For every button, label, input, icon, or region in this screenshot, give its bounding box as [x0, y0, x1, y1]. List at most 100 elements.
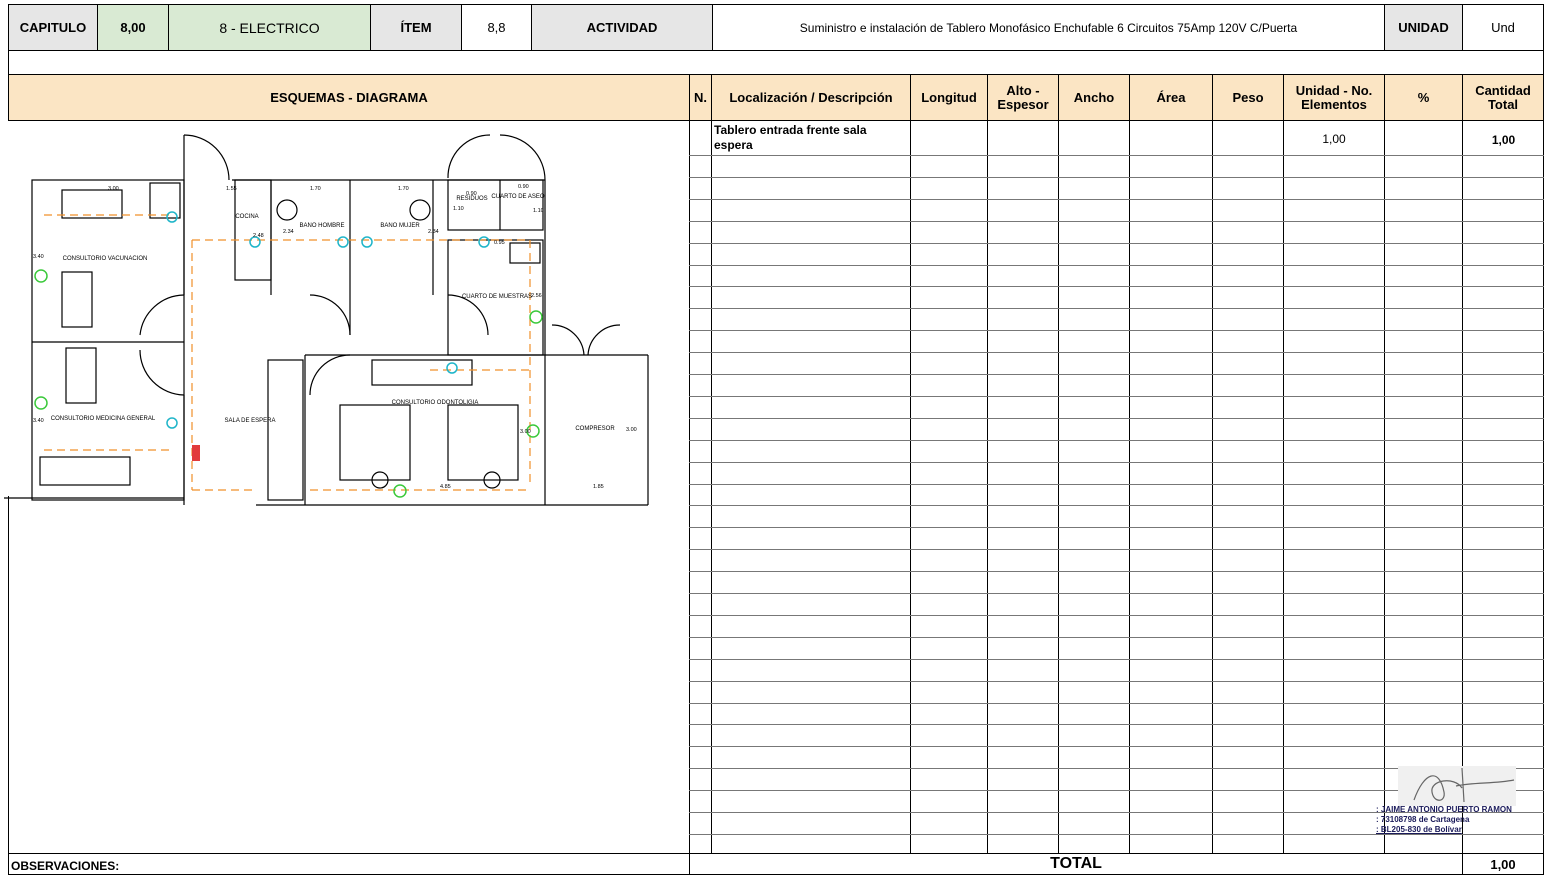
tablero-marker [192, 445, 200, 461]
table-row [689, 505, 1544, 507]
unidad-label: UNIDAD [1384, 4, 1463, 51]
table-row [689, 308, 1544, 310]
table-row [689, 549, 1544, 551]
table-col-line [987, 120, 988, 854]
row-1-localizacion: Tablero entrada frente sala espera [714, 123, 867, 152]
table-row [689, 198, 1544, 200]
dimension-label: 0.95 [494, 240, 505, 246]
signature-name: : JAIME ANTONIO PUERTO RAMON [1376, 805, 1512, 814]
table-row [689, 527, 1544, 529]
table-row [689, 702, 1544, 704]
plan-label-cocina: COCINA [235, 214, 258, 220]
dimension-label: 1.70 [310, 186, 321, 192]
col-peso: Peso [1212, 74, 1284, 121]
total-value: 1,00 [1462, 853, 1544, 875]
plan-label-cuarto-aseo: CUARTO DE ASEO [491, 194, 544, 200]
table-row [689, 483, 1544, 485]
table-row [689, 571, 1544, 573]
dimension-label: 2.48 [253, 233, 264, 239]
table-row [689, 374, 1544, 375]
table-col-line [689, 120, 690, 854]
table-col-line [1283, 120, 1284, 854]
col-localizacion: Localización / Descripción [711, 74, 911, 121]
spacer-band [8, 50, 1544, 75]
dimension-label: 2.56 [531, 293, 542, 299]
table-col-line [910, 120, 911, 854]
signature-id: : 73108798 de Cartagena [1376, 815, 1470, 824]
signature-stamp: : JAIME ANTONIO PUERTO RAMON : 73108798 … [1376, 762, 1524, 840]
table-row [689, 395, 1544, 397]
dimension-label: 0.90 [466, 191, 477, 197]
table-col-line [1058, 120, 1059, 854]
table-row [689, 352, 1544, 354]
table-row [689, 264, 1544, 266]
table-row [689, 680, 1544, 682]
plan-label-sala-espera: SALA DE ESPERA [224, 418, 275, 424]
item-label: ÍTEM [370, 4, 462, 51]
dimension-label: 1.55 [226, 186, 237, 192]
dimension-label: 3.00 [108, 186, 119, 192]
table-row [689, 417, 1544, 419]
plan-label-vacunacion: CONSULTORIO VACUNACION [63, 256, 148, 262]
dimension-label: 3.00 [520, 429, 531, 435]
dimension-label: 1.10 [453, 206, 464, 212]
dimension-label: 1.85 [593, 484, 604, 490]
capitulo-name: 8 - ELECTRICO [168, 4, 371, 51]
row-1-unidad-no: 1,00 [1322, 132, 1346, 146]
col-area: Área [1129, 74, 1213, 121]
col-cantidad: Cantidad Total [1462, 74, 1544, 121]
table-row [689, 242, 1544, 244]
diagram-left-border [8, 496, 9, 854]
table-row [689, 593, 1544, 594]
wall-left-block [31, 179, 185, 501]
table-row [689, 614, 1544, 616]
dimension-label: 1.10 [533, 208, 544, 214]
dimension-label: 4.85 [440, 484, 451, 490]
table-row [689, 439, 1544, 441]
table-row [689, 461, 1544, 463]
col-ancho: Ancho [1058, 74, 1130, 121]
plan-label-muestras: CUARTO DE MUESTRAS [462, 294, 532, 300]
data-table [689, 120, 1544, 854]
signature-scribble [1398, 766, 1516, 806]
table-col-line [711, 120, 712, 854]
dimension-label: 0.90 [518, 184, 529, 190]
dimension-label: 2.34 [283, 229, 294, 235]
actividad-label: ACTIVIDAD [531, 4, 713, 51]
plan-label-odontologia: CONSULTORIO ODONTOLIGIA [392, 400, 479, 406]
unidad-value: Und [1462, 4, 1544, 51]
table-col-line [1462, 120, 1463, 854]
diagram-header: ESQUEMAS - DIAGRAMA [8, 74, 690, 121]
plan-label-bano-mujer: BANO MUJER [380, 223, 420, 229]
table-row [689, 330, 1544, 332]
floor-plan: CONSULTORIO VACUNACION CONSULTORIO MEDIC… [4, 134, 649, 506]
capitulo-label: CAPITULO [8, 4, 98, 51]
table-row [689, 746, 1544, 748]
table-row [689, 724, 1544, 726]
dimension-label: 1.70 [398, 186, 409, 192]
row-1-cantidad: 1,00 [1491, 133, 1516, 147]
table-row [689, 636, 1544, 638]
table-col-line [1384, 120, 1385, 854]
table-row [689, 220, 1544, 222]
col-alto: Alto - Espesor [987, 74, 1059, 121]
table-col-line [1212, 120, 1213, 854]
dimension-label: 3.40 [33, 254, 44, 260]
table-row [689, 176, 1544, 178]
col-n: N. [689, 74, 712, 121]
plan-label-medicina: CONSULTORIO MEDICINA GENERAL [51, 416, 156, 422]
total-label: TOTAL [689, 853, 1463, 875]
actividad-value: Suministro e instalación de Tablero Mono… [712, 4, 1385, 51]
plan-label-compresor: COMPRESOR [575, 426, 615, 432]
dimension-label: 3.40 [33, 418, 44, 424]
observaciones-label: OBSERVACIONES: [8, 853, 690, 875]
col-longitud: Longitud [910, 74, 988, 121]
table-row [689, 286, 1544, 288]
col-porcentaje: % [1384, 74, 1463, 121]
col-unidad-no: Unidad - No. Elementos [1283, 74, 1385, 121]
plan-label-bano-hombre: BANO HOMBRE [299, 223, 344, 229]
item-value: 8,8 [461, 4, 532, 51]
table-row [689, 155, 1544, 156]
dimension-label: 2.34 [428, 229, 439, 235]
table-col-line [1129, 120, 1130, 854]
